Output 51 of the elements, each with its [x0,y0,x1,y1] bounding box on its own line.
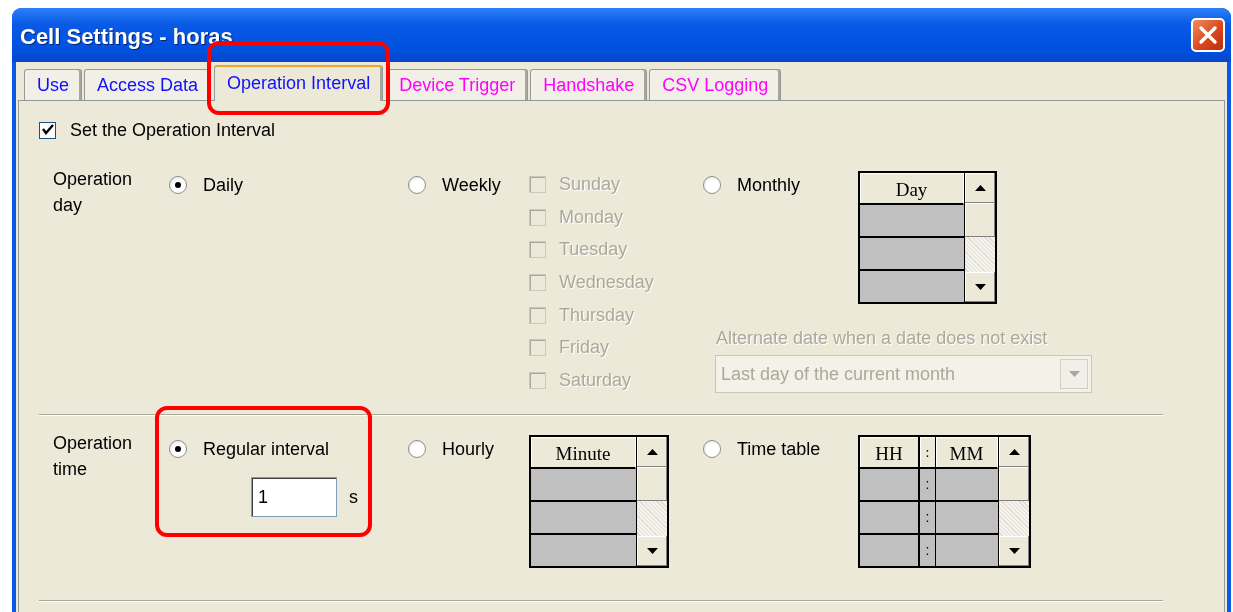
option-label[interactable]: Time table [737,438,821,460]
scroll-up-button[interactable] [999,437,1029,467]
tab[interactable]: Use [24,69,82,100]
column-header: Day [860,173,964,205]
radio-button[interactable] [703,176,721,194]
option-label[interactable]: Hourly [442,438,494,460]
close-button[interactable] [1191,18,1225,52]
up-arrow-icon [974,185,986,191]
scroll-up-button[interactable] [965,173,995,203]
grid-cell: : [920,469,936,502]
scroll-up-button[interactable] [637,437,667,467]
option-label[interactable]: Regular interval [203,438,330,460]
radio-button[interactable] [169,440,187,458]
radio-button[interactable] [408,176,426,194]
up-arrow-icon [646,449,658,455]
radio-button[interactable] [408,440,426,458]
interval-field[interactable]: 1 [251,477,337,517]
column-header: MM [936,437,998,469]
up-arrow-icon [1008,449,1020,455]
down-arrow-icon [646,548,658,554]
checkbox[interactable] [39,121,56,139]
scrollbar[interactable] [964,173,995,302]
scroll-thumb[interactable] [637,467,667,501]
column-header: Minute [531,437,636,469]
scroll-thumb[interactable] [999,467,1029,501]
down-arrow-icon [1008,548,1020,554]
column-header: HH [860,437,920,469]
scrollbar[interactable] [998,437,1029,566]
checkmark-icon [41,124,54,136]
scrollbar[interactable] [636,437,667,566]
down-arrow-icon [974,284,986,290]
option-label[interactable]: Daily [203,174,243,196]
column-header: : [920,437,936,469]
unit-label: s [349,486,358,508]
scroll-thumb[interactable] [965,203,995,237]
grid-cell: : [920,535,936,566]
option-label[interactable]: Weekly [442,174,501,196]
option-label[interactable]: Monthly [737,174,801,196]
down-arrow-icon [1068,371,1080,377]
grid-cell: : [920,502,936,535]
scroll-down-button[interactable] [999,536,1029,566]
radio-button[interactable] [169,176,187,194]
field-label: Alternate date when a date does not exist [716,328,1049,349]
radio-button[interactable] [703,440,721,458]
scroll-down-button[interactable] [637,536,667,566]
checkbox-label[interactable]: Set the Operation Interval [70,119,276,141]
section-label: Operation day [53,168,134,217]
tab[interactable]: Operation Interval [214,65,384,101]
scroll-down-button[interactable] [965,272,995,302]
section-label: Operation time [53,432,134,481]
close-icon [1198,25,1218,45]
